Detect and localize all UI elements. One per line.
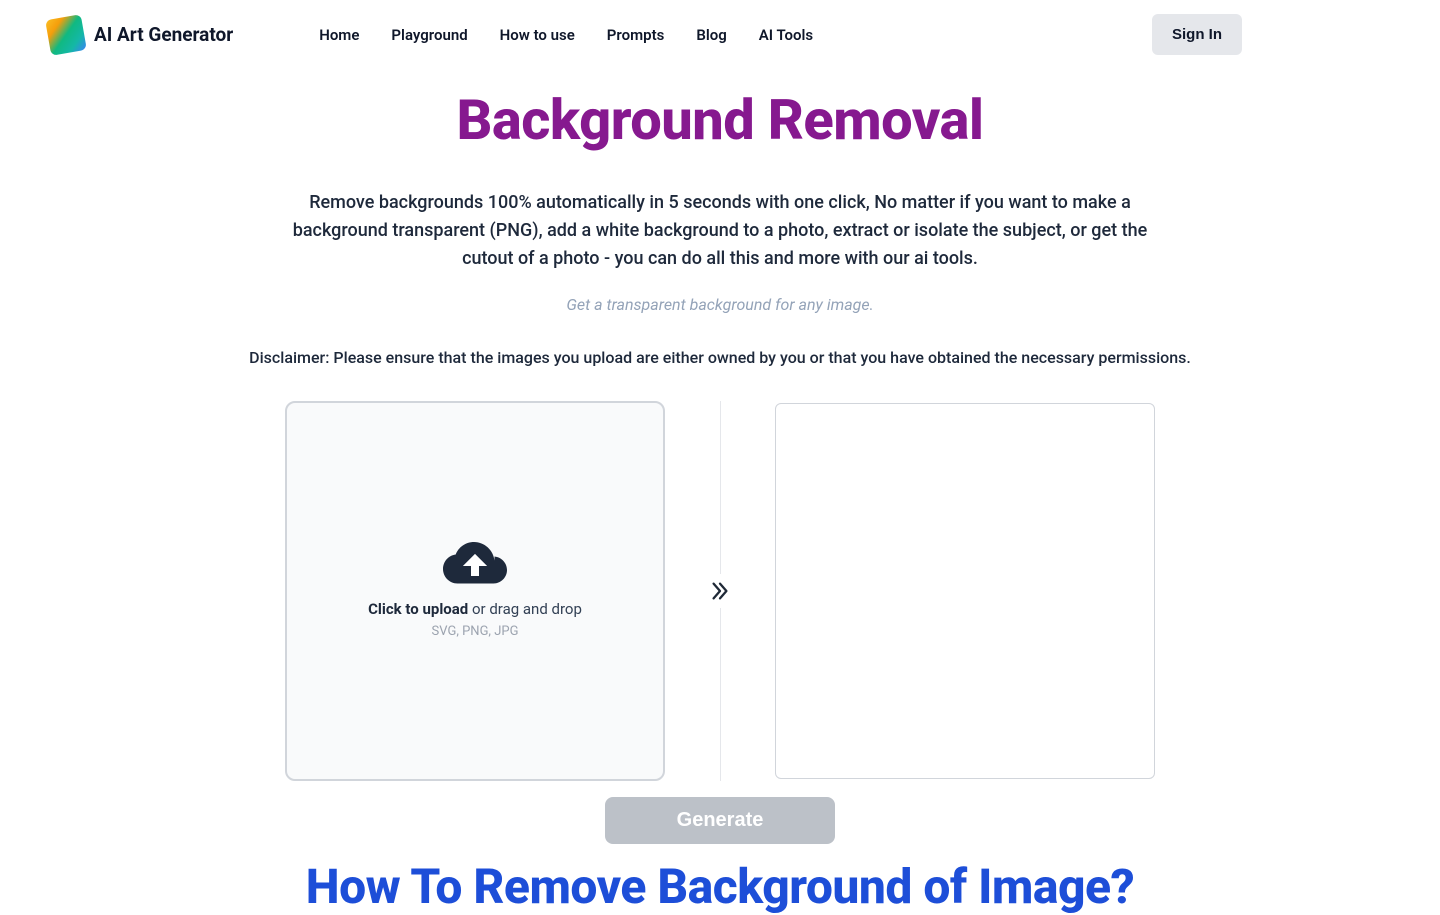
chevron-right-double-icon: [709, 580, 731, 602]
nav-home[interactable]: Home: [319, 26, 359, 44]
upload-dropzone[interactable]: Click to upload or drag and drop SVG, PN…: [285, 401, 665, 781]
page-tagline: Get a transparent background for any ima…: [80, 295, 1360, 314]
nav-how-to-use[interactable]: How to use: [500, 26, 575, 44]
sign-in-button[interactable]: Sign In: [1152, 14, 1242, 55]
page-disclaimer: Disclaimer: Please ensure that the image…: [80, 348, 1360, 367]
primary-nav: Home Playground How to use Prompts Blog …: [319, 26, 813, 44]
nav-blog[interactable]: Blog: [696, 26, 726, 44]
result-preview: [775, 403, 1155, 779]
page-description: Remove backgrounds 100% automatically in…: [285, 189, 1155, 273]
nav-prompts[interactable]: Prompts: [607, 26, 665, 44]
nav-ai-tools[interactable]: AI Tools: [759, 26, 813, 44]
upload-click-label: Click to upload: [368, 600, 468, 618]
upload-instruction: Click to upload or drag and drop: [368, 600, 582, 618]
page-title: Background Removal: [80, 87, 1360, 153]
brand[interactable]: AI Art Generator: [48, 17, 233, 53]
cloud-upload-icon: [443, 542, 507, 586]
brand-name: AI Art Generator: [94, 23, 233, 46]
nav-playground[interactable]: Playground: [391, 26, 467, 44]
divider: [665, 401, 775, 781]
upload-drag-label: or drag and drop: [468, 600, 582, 618]
app-logo-icon: [45, 14, 87, 56]
generate-button[interactable]: Generate: [605, 797, 836, 844]
howto-title: How To Remove Background of Image?: [80, 858, 1360, 915]
upload-formats: SVG, PNG, JPG: [432, 624, 519, 639]
